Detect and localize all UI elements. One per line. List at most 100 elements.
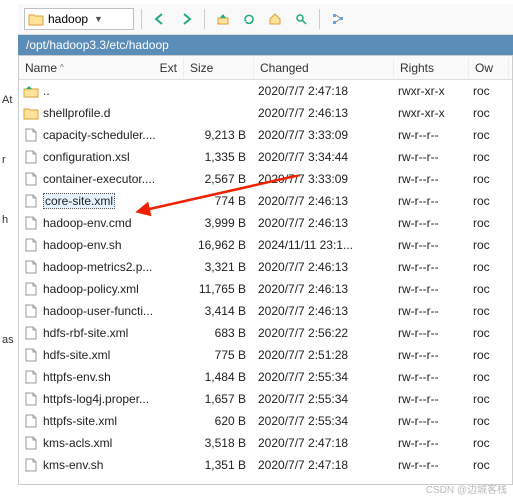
table-row[interactable]: ..2020/7/7 2:47:18rwxr-xr-xroc xyxy=(19,80,512,102)
file-icon xyxy=(23,326,39,340)
file-owner: roc xyxy=(469,260,509,274)
file-changed: 2020/7/7 3:34:44 xyxy=(254,150,394,164)
file-size: 1,484 B xyxy=(184,370,254,384)
table-row[interactable]: kms-env.sh 1,351 B2020/7/7 2:47:18rw-r--r… xyxy=(19,454,512,476)
file-changed: 2020/7/7 2:55:34 xyxy=(254,414,394,428)
file-rights: rw-r--r-- xyxy=(394,172,469,186)
table-row[interactable]: httpfs-site.xml620 B2020/7/7 2:55:34rw-r… xyxy=(19,410,512,432)
header-name[interactable]: Name^Ext xyxy=(19,58,184,78)
file-icon xyxy=(23,216,39,230)
file-owner: roc xyxy=(469,238,509,252)
table-row[interactable]: httpfs-log4j.proper...1,657 B2020/7/7 2:… xyxy=(19,388,512,410)
file-icon xyxy=(23,260,39,274)
path-bar[interactable]: /opt/hadoop3.3/etc/hadoop xyxy=(18,35,513,55)
table-row[interactable]: hadoop-policy.xml11,765 B2020/7/7 2:46:1… xyxy=(19,278,512,300)
file-rights: rw-r--r-- xyxy=(394,414,469,428)
file-icon xyxy=(23,238,39,252)
file-changed: 2020/7/7 3:33:09 xyxy=(254,172,394,186)
file-changed: 2020/7/7 2:46:13 xyxy=(254,216,394,230)
file-owner: roc xyxy=(469,150,509,164)
file-owner: roc xyxy=(469,326,509,340)
table-row[interactable]: hadoop-env.sh16,962 B2024/11/11 23:1...r… xyxy=(19,234,512,256)
back-button[interactable] xyxy=(149,8,171,30)
file-name: httpfs-env.sh xyxy=(43,370,111,384)
file-name: hadoop-metrics2.p... xyxy=(43,260,152,274)
file-rights: rw-r--r-- xyxy=(394,194,469,208)
table-row[interactable]: configuration.xsl1,335 B2020/7/7 3:34:44… xyxy=(19,146,512,168)
file-list: Name^Ext Size Changed Rights Ow ..2020/7… xyxy=(18,55,513,485)
file-size: 3,414 B xyxy=(184,304,254,318)
file-name: capacity-scheduler.... xyxy=(43,128,156,142)
file-rights: rw-r--r-- xyxy=(394,282,469,296)
folder-icon xyxy=(28,12,44,26)
table-row[interactable]: shellprofile.d2020/7/7 2:46:13rwxr-xr-xr… xyxy=(19,102,512,124)
file-changed: 2020/7/7 2:46:13 xyxy=(254,260,394,274)
file-size: 9,213 B xyxy=(184,128,254,142)
file-icon xyxy=(23,194,39,208)
file-name: core-site.xml xyxy=(43,193,115,209)
file-changed: 2020/7/7 2:46:13 xyxy=(254,282,394,296)
file-name: kms-env.sh xyxy=(43,458,103,472)
file-rights: rw-r--r-- xyxy=(394,392,469,406)
forward-button[interactable] xyxy=(175,8,197,30)
file-changed: 2020/7/7 2:56:22 xyxy=(254,326,394,340)
home-button[interactable] xyxy=(264,8,286,30)
file-name: hadoop-env.cmd xyxy=(43,216,132,230)
table-row[interactable]: core-site.xml774 B2020/7/7 2:46:13rw-r--… xyxy=(19,190,512,212)
file-size: 3,518 B xyxy=(184,436,254,450)
file-rights: rwxr-xr-x xyxy=(394,84,469,98)
file-size: 1,335 B xyxy=(184,150,254,164)
file-icon xyxy=(23,348,39,362)
file-icon xyxy=(23,414,39,428)
file-icon xyxy=(23,392,39,406)
file-changed: 2020/7/7 2:55:34 xyxy=(254,370,394,384)
find-button[interactable] xyxy=(290,8,312,30)
tree-view-button[interactable] xyxy=(327,8,349,30)
file-owner: roc xyxy=(469,436,509,450)
file-changed: 2020/7/7 2:46:13 xyxy=(254,304,394,318)
file-name: httpfs-log4j.proper... xyxy=(43,392,149,406)
header-changed[interactable]: Changed xyxy=(254,58,394,78)
file-changed: 2020/7/7 3:33:09 xyxy=(254,128,394,142)
table-row[interactable]: kms-acls.xml3,518 B2020/7/7 2:47:18rw-r-… xyxy=(19,432,512,454)
file-size: 3,999 B xyxy=(184,216,254,230)
file-owner: roc xyxy=(469,128,509,142)
file-name: hadoop-user-functi... xyxy=(43,304,153,318)
file-icon xyxy=(23,282,39,296)
up-icon xyxy=(23,84,39,98)
chevron-down-icon[interactable]: ▼ xyxy=(92,14,105,24)
file-rights: rw-r--r-- xyxy=(394,128,469,142)
table-row[interactable]: hadoop-user-functi... 3,414 B2020/7/7 2:4… xyxy=(19,300,512,322)
header-ext[interactable]: Ext xyxy=(160,61,177,75)
table-row[interactable]: hdfs-rbf-site.xml683 B2020/7/7 2:56:22rw… xyxy=(19,322,512,344)
file-name: hdfs-site.xml xyxy=(43,348,110,362)
file-owner: roc xyxy=(469,106,509,120)
table-row[interactable]: capacity-scheduler.... 9,213 B2020/7/7 3:… xyxy=(19,124,512,146)
table-row[interactable]: hdfs-site.xml775 B2020/7/7 2:51:28rw-r--… xyxy=(19,344,512,366)
file-changed: 2020/7/7 2:47:18 xyxy=(254,458,394,472)
column-headers: Name^Ext Size Changed Rights Ow xyxy=(19,56,512,80)
header-owner[interactable]: Ow xyxy=(469,58,509,78)
folder-combo[interactable]: hadoop ▼ xyxy=(24,8,134,30)
header-rights[interactable]: Rights xyxy=(394,58,469,78)
table-row[interactable]: hadoop-env.cmd 3,999 B2020/7/7 2:46:13rw-… xyxy=(19,212,512,234)
file-icon xyxy=(23,458,39,472)
table-row[interactable]: container-executor....2,567 B2020/7/7 3:… xyxy=(19,168,512,190)
file-size: 620 B xyxy=(184,414,254,428)
file-name: hadoop-policy.xml xyxy=(43,282,139,296)
table-row[interactable]: hadoop-metrics2.p...3,321 B2020/7/7 2:46… xyxy=(19,256,512,278)
table-row[interactable]: httpfs-env.sh1,484 B2020/7/7 2:55:34rw-r… xyxy=(19,366,512,388)
file-rights: rw-r--r-- xyxy=(394,150,469,164)
file-rights: rwxr-xr-x xyxy=(394,106,469,120)
file-owner: roc xyxy=(469,414,509,428)
file-icon xyxy=(23,128,39,142)
header-size[interactable]: Size xyxy=(184,58,254,78)
file-size: 683 B xyxy=(184,326,254,340)
file-rights: rw-r--r-- xyxy=(394,216,469,230)
refresh-button[interactable] xyxy=(238,8,260,30)
file-owner: roc xyxy=(469,348,509,362)
file-rights: rw-r--r-- xyxy=(394,458,469,472)
file-size: 1,351 B xyxy=(184,458,254,472)
file-changed: 2020/7/7 2:46:13 xyxy=(254,194,394,208)
up-folder-button[interactable] xyxy=(212,8,234,30)
